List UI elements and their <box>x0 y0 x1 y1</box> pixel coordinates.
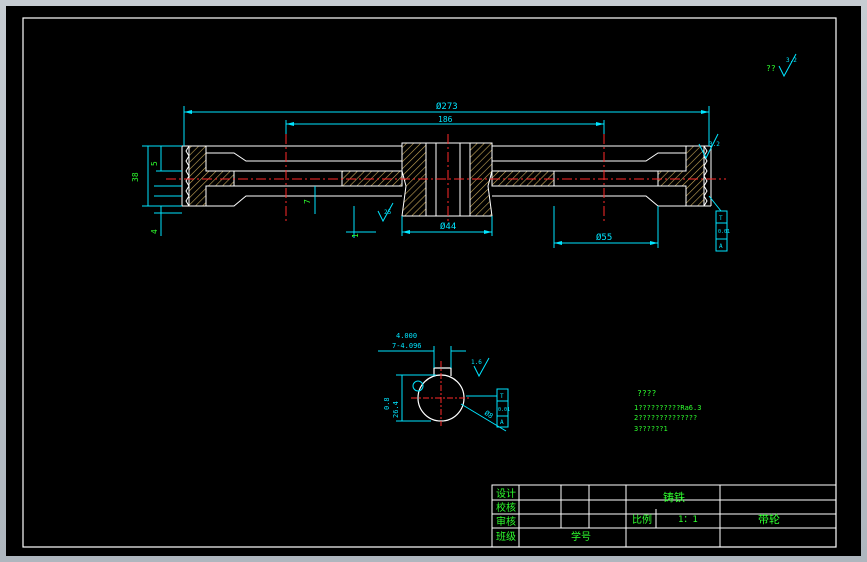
dim-hole-diameter: Ø55 <box>596 232 612 243</box>
dim-web-thickness: 7 <box>303 199 312 204</box>
dim-rim-offset: 5 <box>150 161 159 166</box>
notes-line-3: 3??????1 <box>634 425 668 433</box>
notes-line-2: 2?????????????? <box>634 414 697 422</box>
tb-review: 审核 <box>496 515 516 528</box>
centerlines <box>166 134 726 224</box>
dim-small: 1 <box>351 233 360 238</box>
tb-scale-value: 1：1 <box>678 515 698 525</box>
tb-scale-label: 比例 <box>632 513 652 526</box>
cad-window: Ø273 186 Ø44 Ø55 38 5 7 4 1 ?? 3.2 3.2 2… <box>0 0 867 562</box>
tb-check: 校核 <box>496 501 516 514</box>
tb-student-id: 学号 <box>571 530 591 543</box>
title-block-text: 设计 校核 审核 班级 学号 铸铁 比例 1：1 带轮 <box>496 487 780 543</box>
outer-contour <box>206 145 686 207</box>
pulley-section-view <box>166 134 726 224</box>
dim-hub-diameter: Ø44 <box>440 221 456 232</box>
gdt-right-symbol: T <box>719 215 723 222</box>
keyway-section-view: 4.000 7-4.096 0.8 26.4 Ø8 T 0.01 A 1.6 <box>378 332 510 432</box>
drawing-canvas[interactable]: Ø273 186 Ø44 Ø55 38 5 7 4 1 ?? 3.2 3.2 2… <box>6 6 861 556</box>
drawing-sheet: Ø273 186 Ø44 Ø55 38 5 7 4 1 ?? 3.2 3.2 2… <box>22 17 837 548</box>
gdt-right-value: 0.01 <box>718 229 730 235</box>
dim-outer-diameter: Ø273 <box>436 101 458 112</box>
tb-part-name: 带轮 <box>758 512 780 526</box>
keyway-tolerance: 7-4.096 <box>392 342 422 350</box>
gdt-right-datum: A <box>719 243 723 250</box>
dim-pitch-span: 186 <box>438 115 453 124</box>
left-rim <box>188 145 235 207</box>
notes-title: ???? <box>637 389 656 398</box>
roughness-keyway-value: 1.6 <box>471 359 482 366</box>
keyway-width: 4.000 <box>396 332 417 340</box>
right-rim <box>657 145 705 207</box>
tb-class: 班级 <box>496 531 516 543</box>
dim-lower-offset: 4 <box>150 229 159 234</box>
dim-width: 38 <box>131 172 140 182</box>
keyway-note: Ø8 <box>483 409 495 420</box>
gdt-key-symbol: T <box>500 393 504 400</box>
gdt-frame-right <box>708 195 728 252</box>
gdt-key-datum: A <box>500 419 504 426</box>
technical-notes: ???? 1??????????Ra6.3 2?????????????? 3?… <box>634 389 701 433</box>
tb-material: 铸铁 <box>663 490 685 504</box>
tb-design: 设计 <box>496 487 516 500</box>
roughness-rim-value: 3.2 <box>709 141 720 148</box>
keyway-depth: 0.8 <box>383 397 391 410</box>
roughness-web-value: 25 <box>384 209 392 216</box>
roughness-top-right-label: ?? <box>766 64 776 73</box>
notes-line-1: 1??????????Ra6.3 <box>634 404 701 412</box>
roughness-top-right-value: 3.2 <box>786 57 797 64</box>
keyway-hub-size: 26.4 <box>392 401 400 418</box>
gdt-key-value: 0.01 <box>498 407 510 413</box>
sheet-border <box>22 17 837 548</box>
left-rim-grooves <box>181 145 190 207</box>
